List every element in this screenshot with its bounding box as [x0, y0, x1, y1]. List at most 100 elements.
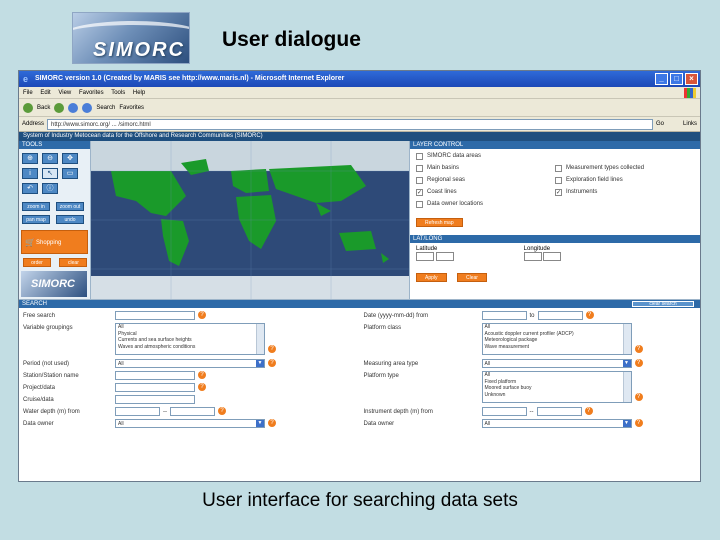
- chevron-down-icon[interactable]: ▼: [622, 420, 631, 427]
- water-depth-from-input[interactable]: [115, 407, 160, 416]
- lat-long-apply-button[interactable]: Apply: [416, 273, 447, 282]
- platform-class-list[interactable]: All Acoustic doppler current profiler (A…: [481, 323, 632, 355]
- help-icon[interactable]: ?: [634, 345, 643, 353]
- zoom-in-icon[interactable]: ⊕: [22, 153, 38, 164]
- layer-label: SIMORC data areas: [427, 153, 482, 159]
- list-item[interactable]: Wave measurement: [485, 344, 631, 351]
- chevron-down-icon[interactable]: ▼: [622, 360, 631, 367]
- identify-icon[interactable]: ⓘ: [42, 183, 58, 194]
- zoom-in-button[interactable]: zoom in: [22, 202, 50, 211]
- data-owner-select[interactable]: All ▼: [481, 419, 632, 428]
- layer-item[interactable]: Main basins: [416, 163, 555, 173]
- undo-button[interactable]: undo: [56, 215, 84, 224]
- free-search-input[interactable]: [115, 311, 195, 320]
- data-owner-select[interactable]: All ▼: [115, 419, 265, 428]
- scrollbar[interactable]: [256, 324, 264, 354]
- maximize-button[interactable]: □: [670, 73, 683, 85]
- layer-item[interactable]: Exploration field lines: [555, 175, 694, 185]
- list-item[interactable]: Unknown: [485, 392, 631, 399]
- latitude-input[interactable]: [416, 252, 434, 261]
- zoom-out-icon[interactable]: ⊖: [42, 153, 58, 164]
- undo-icon[interactable]: ↶: [22, 183, 38, 194]
- help-icon[interactable]: ?: [268, 419, 276, 427]
- layer-item[interactable]: Data owner locations: [416, 199, 555, 209]
- list-item[interactable]: Waves and atmospheric conditions: [118, 344, 264, 351]
- help-icon[interactable]: ?: [634, 419, 643, 427]
- station-name-input[interactable]: [115, 371, 195, 380]
- layer-item[interactable]: Regional seas: [416, 175, 555, 185]
- layer-item[interactable]: ✓ Coast lines: [416, 187, 555, 197]
- pan-icon[interactable]: ✥: [62, 153, 78, 164]
- help-icon[interactable]: ?: [198, 311, 206, 319]
- home-icon[interactable]: [82, 102, 93, 113]
- layer-item[interactable]: Measurement types collected: [555, 163, 694, 173]
- pan-map-button[interactable]: pan map: [22, 215, 50, 224]
- layer-item[interactable]: SIMORC data areas: [416, 151, 555, 161]
- date-to-input[interactable]: [537, 311, 583, 320]
- platform-type-list[interactable]: All Fixed platform Moored surface buoy U…: [481, 371, 632, 403]
- rectangle-select-icon[interactable]: ▭: [62, 168, 78, 179]
- help-icon[interactable]: ?: [268, 345, 276, 353]
- menu-file[interactable]: File: [23, 90, 33, 96]
- layer-checkbox[interactable]: ✓: [555, 188, 562, 196]
- chevron-down-icon[interactable]: ▼: [256, 420, 264, 427]
- menu-tools[interactable]: Tools: [111, 90, 125, 96]
- layer-checkbox[interactable]: [416, 164, 423, 172]
- favorites-toolbar-label[interactable]: Favorites: [119, 99, 144, 117]
- world-map[interactable]: [91, 141, 409, 299]
- layer-checkbox[interactable]: [416, 176, 423, 184]
- select-arrow-icon[interactable]: ↖: [42, 168, 58, 179]
- variable-groupings-list[interactable]: All Physical Currents and sea surface he…: [115, 323, 265, 355]
- water-depth-to-input[interactable]: [170, 407, 215, 416]
- clear-search-button[interactable]: clear search: [632, 301, 694, 307]
- back-icon[interactable]: [23, 102, 33, 113]
- info-icon[interactable]: i: [22, 168, 38, 179]
- help-icon[interactable]: ?: [198, 383, 206, 391]
- scrollbar[interactable]: [622, 372, 631, 402]
- layer-checkbox[interactable]: [555, 164, 562, 172]
- date-from-input[interactable]: [481, 311, 527, 320]
- close-button[interactable]: ×: [685, 73, 698, 85]
- help-icon[interactable]: ?: [218, 407, 226, 415]
- layer-checkbox[interactable]: [555, 176, 562, 184]
- help-icon[interactable]: ?: [584, 407, 593, 415]
- minimize-button[interactable]: _: [655, 73, 668, 85]
- instrument-depth-from-input[interactable]: [481, 407, 527, 416]
- shopping-cart[interactable]: 🛒 Shopping: [21, 230, 88, 254]
- lat-long-clear-button[interactable]: Clear: [456, 273, 487, 282]
- address-input[interactable]: http://www.simorc.org/ ... /simorc.html: [47, 118, 653, 130]
- cruise-input[interactable]: [115, 395, 195, 404]
- longitude-input[interactable]: [543, 252, 562, 261]
- measuring-area-select[interactable]: All ▼: [481, 359, 632, 368]
- menu-help[interactable]: Help: [133, 90, 145, 96]
- layer-checkbox[interactable]: ✓: [416, 188, 423, 196]
- latitude-input[interactable]: [435, 252, 454, 261]
- forward-icon[interactable]: [54, 102, 65, 113]
- layer-item[interactable]: ✓ Instruments: [555, 187, 694, 197]
- menu-edit[interactable]: Edit: [40, 90, 50, 96]
- menu-favorites[interactable]: Favorites: [79, 90, 104, 96]
- menu-view[interactable]: View: [58, 90, 71, 96]
- chevron-down-icon[interactable]: ▼: [256, 360, 264, 367]
- scrollbar[interactable]: [622, 324, 631, 354]
- period-select[interactable]: All ▼: [115, 359, 265, 368]
- zoom-out-button[interactable]: zoom out: [56, 202, 84, 211]
- longitude-input[interactable]: [523, 252, 542, 261]
- help-icon[interactable]: ?: [634, 359, 643, 367]
- layer-checkbox[interactable]: [416, 152, 423, 160]
- help-icon[interactable]: ?: [268, 359, 276, 367]
- refresh-icon[interactable]: [68, 102, 79, 113]
- help-icon[interactable]: ?: [198, 371, 206, 379]
- back-label[interactable]: Back: [37, 99, 50, 117]
- links-label[interactable]: Links: [683, 121, 697, 127]
- search-toolbar-label[interactable]: Search: [96, 99, 115, 117]
- help-icon[interactable]: ?: [585, 311, 594, 319]
- order-button[interactable]: order: [23, 258, 51, 267]
- go-button[interactable]: Go: [656, 119, 680, 130]
- layer-checkbox[interactable]: [416, 200, 423, 208]
- refresh-map-button[interactable]: Refresh map: [416, 218, 463, 227]
- project-input[interactable]: [115, 383, 195, 392]
- help-icon[interactable]: ?: [634, 393, 643, 401]
- clear-cart-button[interactable]: clear: [59, 258, 88, 267]
- instrument-depth-to-input[interactable]: [536, 407, 582, 416]
